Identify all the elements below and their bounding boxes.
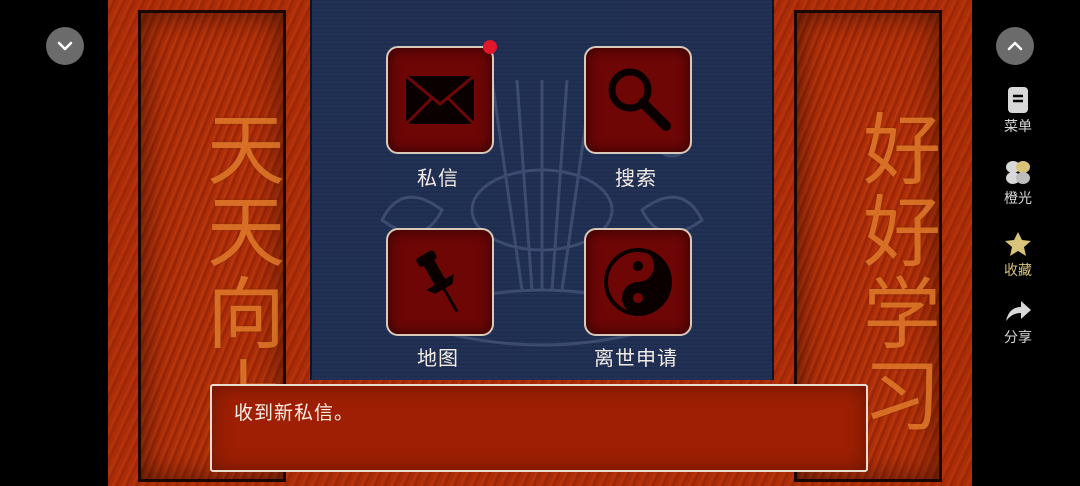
sidebar-item-menu[interactable]: 菜单 (998, 86, 1038, 136)
sidebar-item-share[interactable]: 分享 (998, 297, 1038, 347)
yin-yang-icon (604, 248, 672, 316)
orange-light-icon (1006, 161, 1030, 184)
sidebar-item-label: 收藏 (1004, 263, 1032, 279)
menu-board: 私信 搜索 地图 离世申请 (310, 0, 774, 380)
departure-application-button[interactable] (584, 228, 692, 336)
search-label: 搜索 (615, 166, 657, 190)
messages-button[interactable] (386, 46, 494, 154)
chevron-down-icon (57, 41, 73, 51)
pushpin-icon (416, 250, 459, 313)
map-button[interactable] (386, 228, 494, 336)
collapse-down-button[interactable] (46, 27, 84, 65)
star-icon (1005, 232, 1031, 256)
envelope-icon (404, 74, 476, 126)
chevron-up-icon (1007, 41, 1023, 51)
menu-icon (1008, 87, 1028, 113)
sidebar-item-orange-light[interactable]: 橙光 (998, 158, 1038, 208)
map-label: 地图 (417, 346, 459, 370)
dialog-text: 收到新私信。 (234, 402, 355, 424)
search-button[interactable] (584, 46, 692, 154)
sidebar-item-label: 橙光 (1004, 191, 1032, 207)
notification-dot (483, 40, 497, 54)
sidebar-item-label: 菜单 (1004, 119, 1032, 135)
sidebar-item-favorite[interactable]: 收藏 (998, 230, 1038, 280)
departure-application-label: 离世申请 (594, 346, 678, 370)
dialog-box[interactable]: 收到新私信。 (210, 384, 868, 472)
collapse-up-button[interactable] (996, 27, 1034, 65)
share-icon (1006, 301, 1031, 321)
sidebar-item-label: 分享 (1004, 330, 1032, 346)
magnifier-icon (608, 68, 671, 131)
messages-label: 私信 (417, 166, 459, 190)
